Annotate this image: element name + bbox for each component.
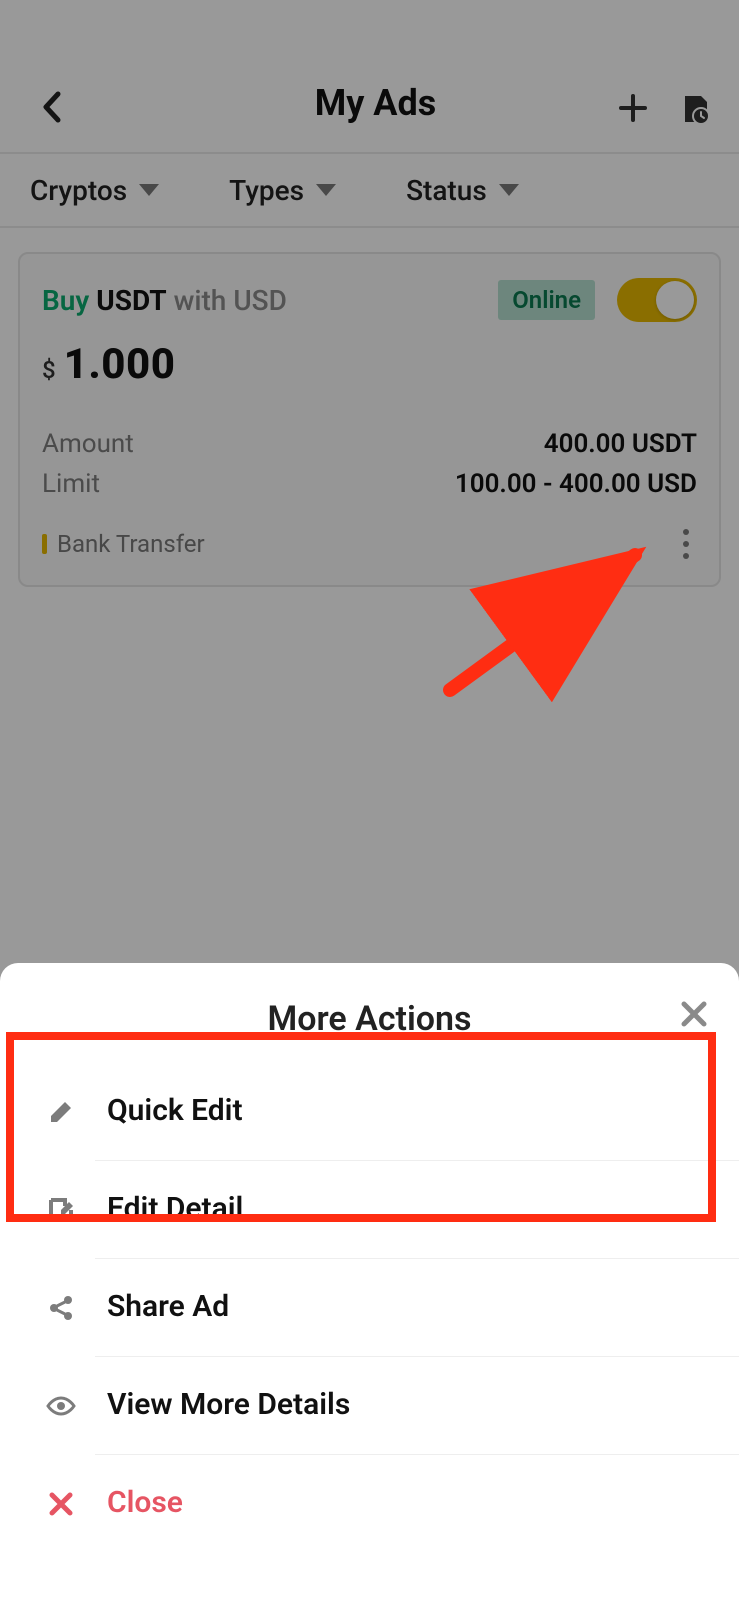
amount-label: Amount: [42, 429, 134, 459]
limit-label: Limit: [42, 469, 100, 499]
page-title: My Ads: [150, 82, 601, 124]
filters-bar: Cryptos Types Status: [0, 154, 739, 228]
ad-card: Buy USDT with USD Online $ 1.000 Amount …: [18, 252, 721, 587]
edit-detail-icon: [45, 1196, 77, 1224]
chevron-down-icon: [139, 184, 159, 196]
chevron-down-icon: [499, 184, 519, 196]
menu-item-quick-edit[interactable]: Quick Edit: [0, 1063, 739, 1160]
payment-method: Bank Transfer: [42, 530, 205, 558]
app-header: My Ads: [0, 0, 739, 154]
pencil-icon: [45, 1098, 77, 1126]
menu-item-label: Close: [107, 1485, 739, 1522]
toggle-knob: [656, 281, 694, 319]
menu-item-label: Edit Detail: [107, 1191, 739, 1228]
menu-item-share-ad[interactable]: Share Ad: [0, 1259, 739, 1356]
menu-item-label: View More Details: [107, 1387, 739, 1424]
ad-price: $ 1.000: [42, 340, 697, 389]
ad-with-word: with: [174, 284, 227, 317]
filter-types[interactable]: Types: [229, 174, 336, 207]
limit-row: Limit 100.00 - 400.00 USD: [42, 469, 697, 499]
close-x-icon: [45, 1491, 77, 1517]
ad-crypto: USDT: [96, 284, 166, 317]
payment-method-label: Bank Transfer: [57, 530, 205, 558]
more-actions-icon[interactable]: [675, 523, 697, 565]
back-icon[interactable]: [40, 90, 62, 124]
menu-item-view-more[interactable]: View More Details: [0, 1357, 739, 1454]
menu-item-close[interactable]: Close: [0, 1455, 739, 1552]
action-menu: Quick Edit Edit Detail Share Ad View Mor…: [0, 1063, 739, 1552]
ad-fiat: USD: [233, 284, 287, 317]
amount-value: 400.00 USDT: [544, 429, 697, 459]
close-icon[interactable]: [679, 999, 709, 1033]
online-toggle[interactable]: [617, 278, 697, 322]
ads-list: Buy USDT with USD Online $ 1.000 Amount …: [0, 228, 739, 611]
payment-indicator-icon: [42, 534, 47, 554]
share-icon: [45, 1294, 77, 1322]
chevron-down-icon: [316, 184, 336, 196]
ad-side: Buy: [42, 284, 89, 317]
filter-status[interactable]: Status: [406, 174, 519, 207]
ad-pair: Buy USDT with USD: [42, 284, 287, 317]
menu-item-edit-detail[interactable]: Edit Detail: [0, 1161, 739, 1258]
filter-status-label: Status: [406, 174, 487, 207]
more-actions-sheet: More Actions Quick Edit Edit Detail Shar…: [0, 963, 739, 1600]
menu-item-label: Share Ad: [107, 1289, 739, 1326]
menu-item-label: Quick Edit: [107, 1093, 739, 1130]
status-badge: Online: [498, 280, 595, 320]
filter-cryptos-label: Cryptos: [30, 174, 127, 207]
history-icon[interactable]: [679, 92, 711, 124]
add-icon[interactable]: [617, 92, 649, 124]
price-value: 1.000: [64, 340, 176, 389]
filter-cryptos[interactable]: Cryptos: [30, 174, 159, 207]
eye-icon: [45, 1396, 77, 1416]
price-currency-symbol: $: [42, 356, 56, 384]
limit-value: 100.00 - 400.00 USD: [455, 469, 697, 499]
filter-types-label: Types: [229, 174, 304, 207]
sheet-title: More Actions: [267, 999, 471, 1039]
amount-row: Amount 400.00 USDT: [42, 429, 697, 459]
